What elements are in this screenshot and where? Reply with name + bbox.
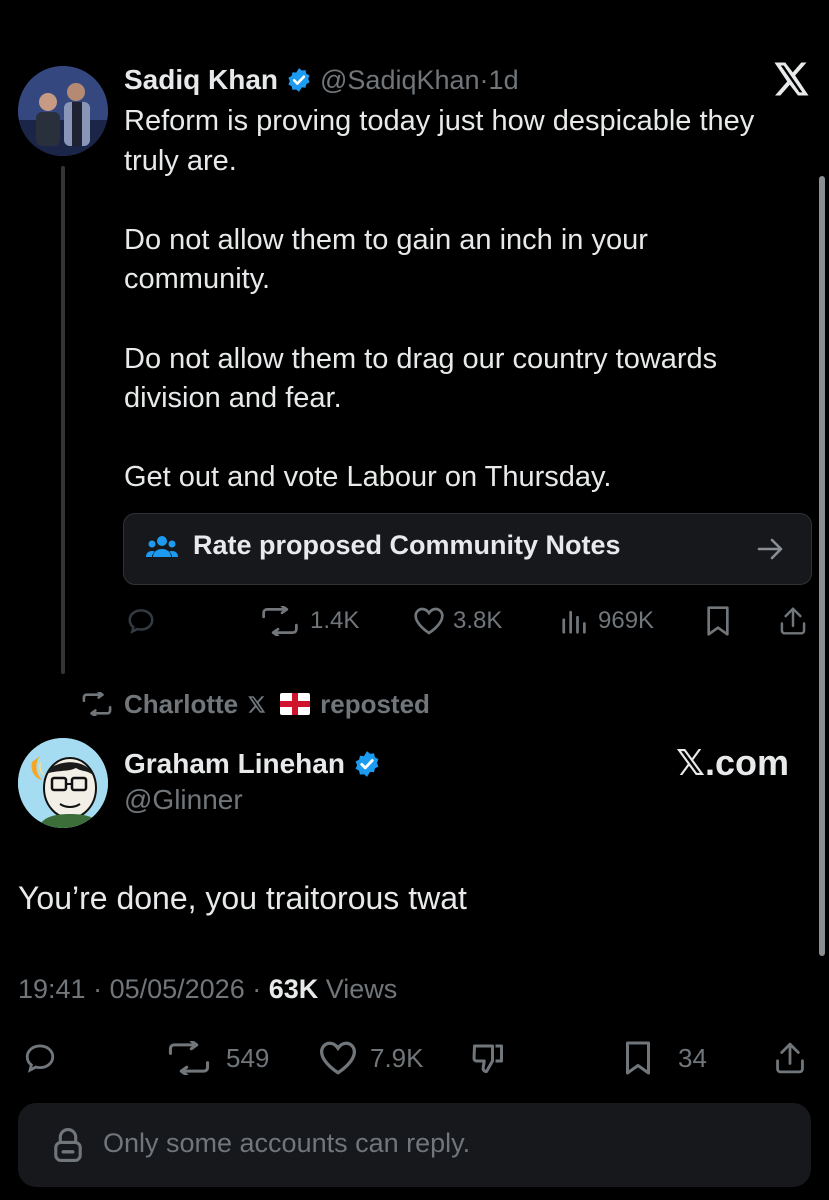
reply-icon bbox=[22, 1041, 58, 1075]
x-com-logo: 𝕏.com bbox=[676, 742, 790, 783]
repost-icon bbox=[258, 606, 302, 636]
avatar[interactable] bbox=[18, 66, 108, 156]
like-button[interactable]: 3.8K bbox=[413, 601, 502, 641]
bookmark-icon bbox=[704, 605, 732, 637]
bookmark-icon bbox=[622, 1040, 654, 1076]
x-logo-icon bbox=[774, 62, 810, 96]
tweet-time[interactable]: 19:41 bbox=[18, 974, 86, 1004]
thread-line bbox=[61, 166, 65, 674]
tweet-date[interactable]: 05/05/2026 bbox=[110, 974, 245, 1004]
analytics-icon bbox=[560, 606, 590, 636]
repost-count: 1.4K bbox=[310, 607, 360, 634]
tweet-text: You’re done, you traitorous twat bbox=[18, 880, 467, 916]
tweet-time[interactable]: 1d bbox=[489, 65, 519, 96]
bookmark-count: 34 bbox=[678, 1042, 707, 1073]
heart-icon bbox=[318, 1040, 358, 1076]
scrollbar[interactable] bbox=[819, 176, 825, 956]
share-icon bbox=[778, 605, 808, 637]
repost-icon bbox=[80, 692, 114, 716]
reply-button[interactable] bbox=[22, 1036, 58, 1080]
views-count: 969K bbox=[598, 607, 655, 634]
tweet-meta: 19:41 · 05/05/2026 · 63K Views bbox=[18, 974, 397, 1005]
reply-restriction-label: Only some accounts can reply. bbox=[103, 1128, 471, 1158]
reposter-name[interactable]: Charlotte bbox=[124, 689, 238, 720]
views-count: 63K bbox=[268, 974, 319, 1004]
repost-button[interactable]: 1.4K bbox=[258, 601, 359, 641]
repost-count: 549 bbox=[226, 1042, 270, 1073]
author-handle[interactable]: @Glinner bbox=[124, 784, 243, 816]
share-icon bbox=[773, 1040, 807, 1076]
views-button[interactable]: 969K bbox=[560, 601, 654, 641]
dislike-button[interactable] bbox=[470, 1036, 506, 1080]
verified-badge-icon bbox=[353, 750, 381, 778]
author-row[interactable]: Graham Linehan bbox=[124, 744, 381, 784]
heart-icon bbox=[413, 606, 445, 636]
people-icon bbox=[146, 533, 178, 561]
tweet-text: Reform is proving today just how despica… bbox=[124, 105, 755, 494]
time-separator: · bbox=[479, 64, 489, 95]
community-notes-label[interactable]: Rate proposed Community Notes bbox=[193, 530, 621, 561]
reposted-label: reposted bbox=[320, 688, 430, 719]
thumbs-down-icon bbox=[470, 1040, 506, 1076]
author-name[interactable]: Sadiq Khan bbox=[124, 64, 278, 96]
avatar[interactable] bbox=[18, 738, 108, 828]
england-flag-icon bbox=[280, 693, 311, 715]
author-handle[interactable]: @SadiqKhan bbox=[320, 65, 480, 96]
lock-icon bbox=[52, 1127, 84, 1163]
arrow-right-icon[interactable] bbox=[757, 536, 785, 562]
x-logo-icon bbox=[248, 695, 266, 713]
verified-badge-icon bbox=[286, 67, 312, 93]
like-button[interactable]: 7.9K bbox=[318, 1036, 424, 1080]
views-label: Views bbox=[318, 974, 398, 1004]
reply-button[interactable] bbox=[126, 601, 156, 641]
repost-icon bbox=[164, 1041, 214, 1075]
author-name[interactable]: Graham Linehan bbox=[124, 748, 345, 780]
author-row[interactable]: Sadiq Khan @SadiqKhan · 1d bbox=[124, 60, 519, 100]
meta-separator: · bbox=[85, 974, 110, 1004]
reply-icon bbox=[126, 606, 156, 636]
share-button[interactable] bbox=[778, 601, 808, 641]
bookmark-button[interactable]: 34 bbox=[622, 1036, 707, 1080]
like-count: 3.8K bbox=[453, 607, 503, 634]
meta-separator: · bbox=[244, 974, 269, 1004]
repost-indicator[interactable]: Charlotte reposted bbox=[80, 686, 430, 722]
share-button[interactable] bbox=[773, 1036, 807, 1080]
bookmark-button[interactable] bbox=[704, 601, 732, 641]
like-count: 7.9K bbox=[370, 1042, 424, 1073]
repost-button[interactable]: 549 bbox=[164, 1036, 269, 1080]
